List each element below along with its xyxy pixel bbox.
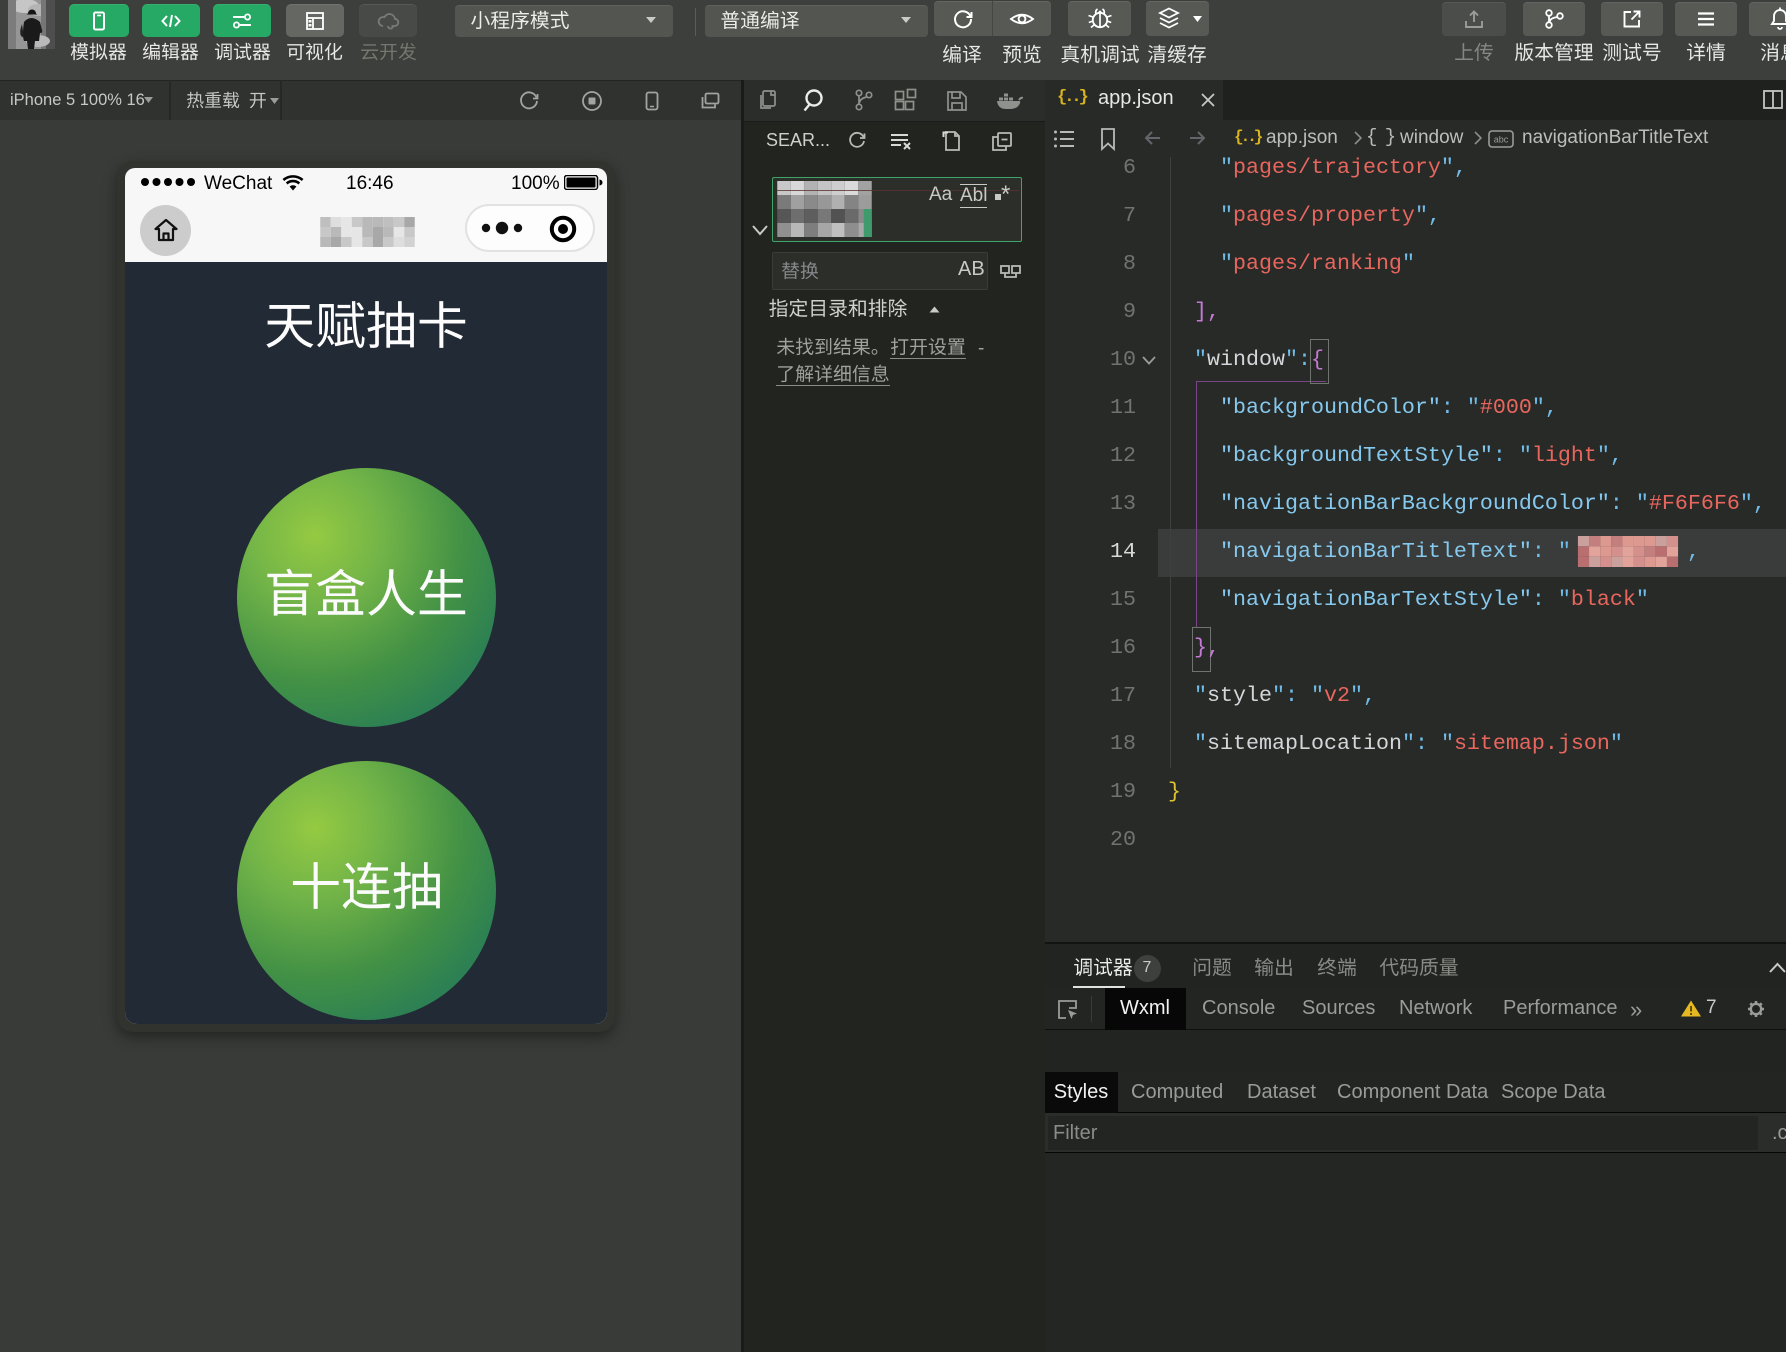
svg-text:abc: abc: [1494, 135, 1509, 145]
